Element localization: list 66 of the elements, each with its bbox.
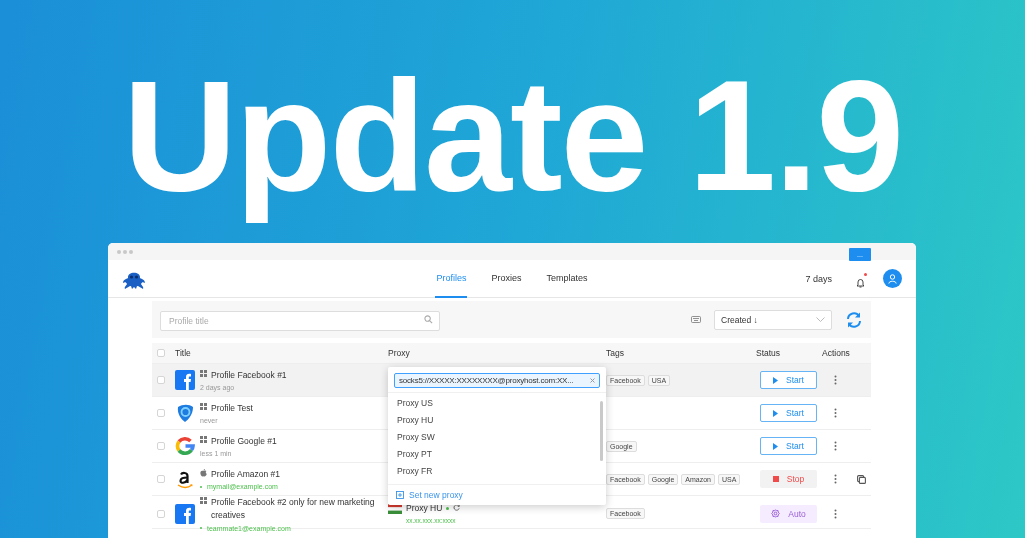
stop-icon	[772, 476, 779, 482]
more-icon[interactable]	[834, 441, 837, 451]
subscription-days: 7 days	[805, 273, 832, 284]
profile-title[interactable]: Profile Amazon #1	[211, 467, 381, 481]
more-icon[interactable]	[834, 408, 837, 418]
window-controls[interactable]	[117, 249, 133, 254]
profile-title[interactable]: Profile Facebook #1	[211, 368, 381, 382]
bell-icon[interactable]	[856, 277, 865, 288]
amazon-logo	[175, 469, 195, 489]
refresh-icon[interactable]	[845, 310, 863, 329]
plus-square-icon	[396, 491, 404, 499]
profile-title[interactable]: Profile Google #1	[211, 434, 381, 448]
headline: Update 1.9	[123, 46, 902, 225]
column-header: Proxy	[388, 348, 410, 358]
clear-icon[interactable]	[590, 378, 595, 383]
checkbox[interactable]	[157, 509, 165, 518]
checkbox[interactable]	[157, 475, 165, 483]
google-logo	[175, 436, 195, 456]
more-icon[interactable]	[834, 375, 837, 385]
app-logo	[175, 403, 195, 423]
sort-select[interactable]: Created ↓	[714, 309, 832, 330]
checkbox[interactable]	[157, 349, 165, 357]
column-header: Status	[756, 348, 781, 358]
proxy-option[interactable]: Proxy HU	[388, 412, 606, 429]
nav-tab[interactable]: Proxies	[490, 260, 523, 298]
facebook-logo	[175, 370, 195, 390]
keyboard-icon[interactable]	[691, 316, 701, 323]
column-header: Tags	[606, 348, 624, 358]
checkbox[interactable]	[157, 376, 165, 384]
nav-tab[interactable]: Templates	[545, 260, 589, 298]
chevron-down-icon	[816, 317, 825, 322]
column-header: Title	[175, 348, 191, 358]
windows-icon	[200, 435, 207, 443]
start-button[interactable]: Start	[760, 371, 817, 389]
copy-icon[interactable]	[857, 474, 866, 484]
play-icon	[773, 409, 778, 417]
auto-button[interactable]: Auto	[760, 504, 817, 523]
windows-icon	[200, 497, 207, 504]
checkbox[interactable]	[157, 442, 165, 450]
refresh-icon[interactable]	[453, 504, 461, 512]
proxy-option[interactable]: Proxy FR	[388, 463, 606, 480]
search-icon[interactable]	[424, 315, 433, 324]
proxy-option[interactable]: Proxy PT	[388, 446, 606, 463]
more-icon[interactable]	[834, 474, 837, 484]
scrollbar[interactable]	[600, 401, 603, 461]
proxy-name: Proxy HU	[406, 503, 443, 514]
play-icon	[773, 442, 778, 450]
checkbox[interactable]	[157, 409, 165, 417]
column-header: Actions	[822, 348, 850, 358]
start-button[interactable]: Start	[760, 437, 817, 455]
more-icon[interactable]	[834, 508, 837, 519]
profile-title[interactable]: Profile Facebook #2 only for new marketing creatives	[211, 496, 381, 522]
gear-icon	[771, 509, 781, 519]
nav-tab[interactable]: Profiles	[435, 260, 468, 298]
proxy-input-field[interactable]: socks5://XXXXX:XXXXXXXX@proxyhost.com:XX...	[394, 373, 600, 388]
search-field[interactable]: Profile title	[160, 310, 440, 331]
apple-icon	[200, 468, 207, 477]
windows-icon	[200, 369, 207, 377]
profile-title[interactable]: Profile Test	[211, 401, 381, 415]
proxy-option[interactable]: Proxy US	[388, 395, 606, 412]
user-avatar[interactable]	[883, 269, 902, 288]
start-button[interactable]: Start	[760, 404, 817, 422]
facebook-logo	[175, 503, 195, 524]
proxy-option[interactable]: Proxy SW	[388, 429, 606, 446]
windows-icon	[200, 402, 207, 410]
play-icon	[773, 376, 778, 384]
